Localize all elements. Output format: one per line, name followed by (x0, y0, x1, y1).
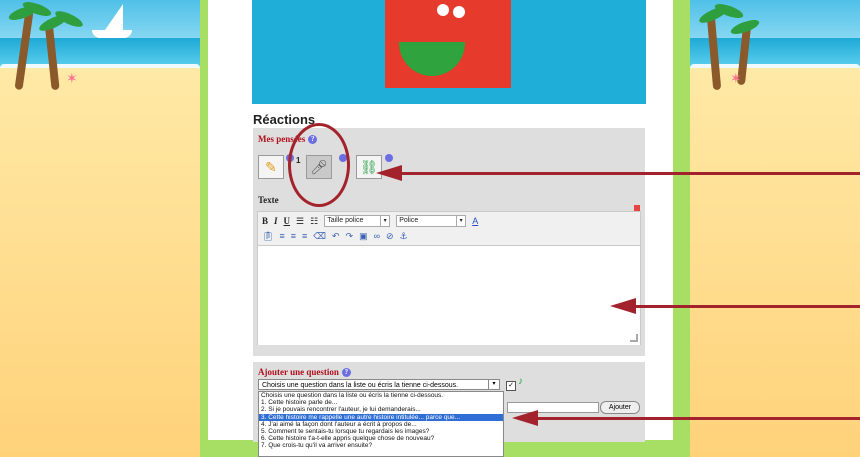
question-select[interactable]: Choisis une question dans la liste ou éc… (258, 379, 500, 390)
annotation-arrow (400, 172, 860, 175)
question-option[interactable]: 6. Cette histoire t'a-t-elle appris quel… (259, 435, 503, 442)
chevron-down-icon: ▾ (456, 216, 465, 226)
image-icon[interactable]: ▣ (359, 231, 368, 242)
add-question-label: Ajouter une question? (258, 367, 351, 378)
font-size-select[interactable]: Taille police ▾ (324, 215, 391, 227)
annotation-arrow-head (376, 165, 402, 181)
bullet-list-icon[interactable]: ☰ (296, 216, 304, 227)
annotation-arrow-head (512, 410, 538, 426)
question-option[interactable]: 5. Comment te sentais-tu lorsque tu rega… (259, 428, 503, 435)
text-editor-area[interactable] (258, 245, 640, 345)
numbered-list-icon[interactable]: ☷ (310, 216, 318, 227)
question-option[interactable]: 4. J'ai aimé la façon dont l'auteur a éc… (259, 421, 503, 428)
align-right-icon[interactable]: ≡ (302, 231, 307, 241)
question-option-highlighted[interactable]: 3. Cette histoire me rappelle une autre … (259, 413, 503, 421)
chevron-down-icon: ▾ (380, 216, 389, 226)
annotation-arrow (634, 305, 860, 308)
story-illustration (385, 0, 511, 88)
question-option[interactable]: Choisis une question dans la liste ou éc… (259, 392, 503, 399)
font-select[interactable]: Police ▾ (396, 215, 467, 227)
question-option[interactable]: 7. Que crois-tu qu'il va arriver ensuite… (259, 442, 503, 449)
link-icon[interactable]: ∞ (374, 231, 380, 241)
sailboat-icon (105, 4, 123, 30)
question-option[interactable]: 2. Si je pouvais rencontrer l'auteur, je… (259, 406, 503, 413)
chevron-down-icon: ▾ (488, 380, 499, 389)
annotation-arrow-head (610, 298, 636, 314)
anchor-icon[interactable]: ⚓︎ (400, 231, 408, 242)
starfish-icon: ✶ (66, 70, 78, 86)
text-label: Texte (258, 195, 279, 205)
resize-grip-icon[interactable] (630, 334, 638, 342)
rich-text-editor: B I U ☰ ☷ Taille police ▾ Police ▾ A 📋︎ ≡ … (257, 211, 641, 345)
font-value: Police (399, 217, 419, 224)
help-icon[interactable] (385, 154, 393, 162)
editor-toolbar-row-2: 📋︎ ≡ ≡ ≡ ⌫ ↶ ↷ ▣ ∞ ⊘ ⚓︎ (262, 229, 408, 243)
font-size-value: Taille police (327, 217, 364, 224)
bold-button[interactable]: B (262, 216, 268, 226)
question-select-value: Choisis une question dans la liste ou éc… (262, 382, 459, 389)
align-center-icon[interactable]: ≡ (291, 231, 296, 241)
unlink-icon[interactable]: ⊘ (386, 231, 394, 242)
redo-icon[interactable]: ↷ (346, 231, 354, 242)
italic-button[interactable]: I (274, 216, 278, 226)
text-color-button[interactable]: A (472, 216, 478, 226)
confirm-checkbox[interactable]: ✓ (506, 381, 516, 391)
starfish-icon: ✶ (730, 70, 742, 86)
help-icon[interactable]: ? (341, 368, 351, 378)
align-left-icon[interactable]: ≡ (279, 231, 284, 241)
editor-toolbar-row-1: B I U ☰ ☷ Taille police ▾ Police ▾ A (262, 214, 478, 228)
beach-background-left: ✶ (0, 0, 200, 457)
highlight-circle (288, 123, 350, 207)
screenshot-frame: ✶ ✶ Réactions Mes pensées? ✎ 1 🎤︎ ⛓ Text (0, 0, 860, 457)
underline-button[interactable]: U (284, 216, 291, 226)
write-tool-button[interactable]: ✎ (258, 155, 284, 179)
add-button[interactable]: Ajouter (600, 401, 640, 414)
paste-icon[interactable]: 📋︎ (262, 231, 273, 242)
pencil-icon: ✎ (265, 158, 277, 175)
music-note-icon[interactable]: ♪ (518, 376, 523, 387)
undo-icon[interactable]: ↶ (332, 231, 340, 242)
eraser-icon[interactable]: ⌫ (313, 231, 326, 242)
reactions-heading: Réactions (253, 112, 316, 127)
question-dropdown-list[interactable]: Choisis une question dans la liste ou éc… (258, 391, 504, 457)
add-question-text: Ajouter une question (258, 367, 339, 377)
question-option[interactable]: 1. Cette histoire parle de... (259, 399, 503, 406)
annotation-arrow (536, 417, 860, 420)
beach-background-right: ✶ (690, 0, 860, 457)
